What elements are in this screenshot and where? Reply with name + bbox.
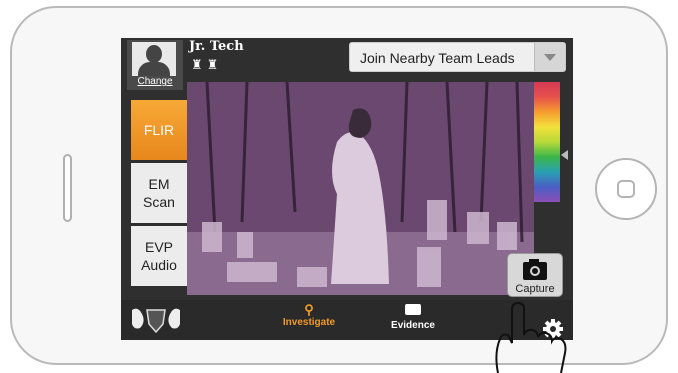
tab-investigate-label: Investigate bbox=[282, 317, 336, 328]
mode-evp-audio-label: EVP Audio bbox=[141, 239, 177, 273]
evidence-icon bbox=[405, 304, 421, 315]
crest-logo bbox=[132, 308, 180, 334]
app-screen: Change Jr. Tech ♜♜ Join Nearby Team Lead… bbox=[121, 38, 573, 340]
home-button[interactable] bbox=[595, 158, 657, 220]
capture-button[interactable]: Capture bbox=[507, 253, 563, 297]
avatar[interactable]: Change bbox=[127, 40, 183, 90]
graveyard-scene bbox=[187, 82, 534, 295]
thermal-color-scale bbox=[534, 82, 560, 202]
capture-label: Capture bbox=[515, 283, 555, 295]
team-dropdown[interactable]: Join Nearby Team Leads bbox=[349, 42, 566, 72]
mode-em-scan-label: EM Scan bbox=[143, 176, 175, 210]
change-avatar-link[interactable]: Change bbox=[127, 76, 183, 87]
search-icon: ⚲ bbox=[304, 302, 314, 317]
color-scale-marker[interactable] bbox=[561, 150, 568, 160]
tab-evidence[interactable]: Evidence bbox=[383, 302, 443, 331]
user-avatar-icon bbox=[132, 42, 176, 76]
mode-em-scan-button[interactable]: EM Scan bbox=[131, 163, 187, 223]
mode-evp-audio-button[interactable]: EVP Audio bbox=[131, 226, 187, 286]
team-dropdown-label: Join Nearby Team Leads bbox=[360, 50, 515, 66]
camera-icon bbox=[523, 259, 547, 280]
thermal-camera-view[interactable] bbox=[187, 82, 534, 295]
rank-title: Jr. Tech bbox=[189, 39, 244, 54]
phone-speaker bbox=[63, 154, 72, 222]
hand-pointer-icon bbox=[495, 301, 567, 373]
tab-evidence-label: Evidence bbox=[391, 320, 435, 331]
tab-investigate[interactable]: ⚲ Investigate bbox=[279, 302, 339, 328]
mode-flir-button[interactable]: FLIR bbox=[131, 100, 187, 160]
badge-icon: ♜♜ bbox=[191, 57, 223, 72]
dropdown-arrow-icon[interactable] bbox=[534, 43, 565, 71]
